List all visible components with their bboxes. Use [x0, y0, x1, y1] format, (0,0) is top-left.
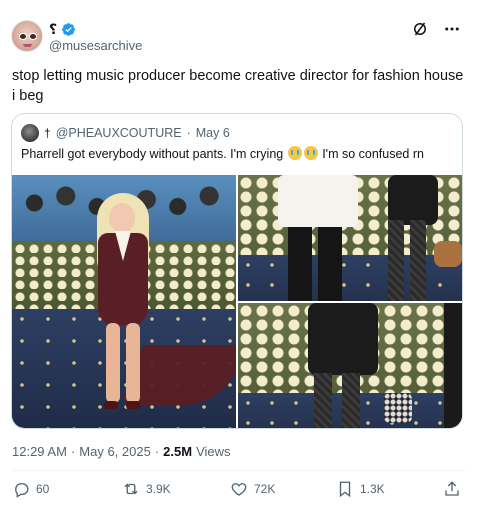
repost-button[interactable]: 3.9K — [122, 480, 171, 498]
more-icon[interactable] — [443, 20, 461, 38]
black-coat — [388, 175, 438, 225]
patterned-tights — [388, 220, 404, 301]
quoted-text-before: Pharrell got everybody without pants. I'… — [21, 147, 284, 161]
black-outfit — [308, 303, 378, 375]
quoted-avatar[interactable] — [21, 124, 39, 142]
display-name[interactable]: ⸮ — [49, 21, 57, 38]
avatar-mouth — [23, 44, 32, 47]
photo-bottom-right[interactable] — [238, 303, 462, 428]
patterned-tights — [410, 220, 426, 301]
divider — [12, 470, 465, 471]
patterned-tights — [342, 373, 360, 428]
author-name-row: ⸮ — [49, 21, 76, 38]
bookmark-count: 1.3K — [360, 482, 385, 496]
post-meta: 12:29 AM · May 6, 2025 · 2.5M Views — [12, 444, 231, 459]
figure-face — [109, 203, 135, 233]
monogram-bag — [384, 393, 412, 423]
grok-slash-icon[interactable] — [411, 20, 429, 38]
post-time[interactable]: 12:29 AM — [12, 444, 67, 459]
quoted-post[interactable]: † @PHEAUXCOUTURE · May 6 Pharrell got ev… — [11, 113, 463, 429]
photo-main[interactable] — [12, 175, 236, 428]
views-label: Views — [196, 444, 231, 459]
quoted-handle[interactable]: @PHEAUXCOUTURE — [56, 126, 182, 140]
action-bar: 60 3.9K 72K 1.3K — [12, 480, 467, 502]
reply-icon — [15, 483, 29, 498]
post-date[interactable]: May 6, 2025 — [79, 444, 151, 459]
avatar-eye — [19, 33, 27, 40]
post-text: stop letting music producer become creat… — [12, 68, 464, 104]
author-avatar[interactable] — [11, 20, 43, 52]
patterned-tights — [314, 373, 332, 428]
figure-shoe — [104, 401, 118, 409]
crying-face-icon — [303, 146, 318, 160]
quoted-date[interactable]: May 6 — [196, 126, 230, 140]
views-count: 2.5M — [163, 444, 193, 459]
post-card: ⸮ @musesarchive stop letting music produ… — [0, 0, 477, 510]
black-pants — [318, 227, 342, 301]
repost-count: 3.9K — [146, 482, 171, 496]
heart-icon — [231, 483, 247, 496]
like-count: 72K — [254, 482, 276, 496]
share-icon — [445, 481, 459, 496]
quoted-header: † @PHEAUXCOUTURE · May 6 — [21, 124, 230, 142]
white-jacket — [278, 175, 358, 227]
crying-face-icon — [287, 146, 302, 160]
meta-separator: · — [154, 444, 160, 459]
bookmark-button[interactable]: 1.3K — [336, 480, 385, 498]
meta-separator: · — [70, 444, 76, 459]
verified-badge-icon — [62, 23, 76, 36]
carpet — [238, 255, 462, 301]
quoted-separator: · — [186, 126, 191, 140]
post-top-actions — [411, 20, 461, 38]
photo-top-right[interactable] — [238, 175, 462, 301]
repost-icon — [124, 483, 138, 495]
avatar-eye — [29, 33, 37, 40]
reply-count: 60 — [36, 482, 50, 496]
author-handle[interactable]: @musesarchive — [49, 38, 142, 53]
quoted-text-after: I'm so confused rn — [322, 147, 424, 161]
reply-button[interactable]: 60 — [12, 480, 49, 498]
figure-shoe — [126, 401, 140, 409]
bookmark-icon — [339, 481, 351, 498]
quoted-name[interactable]: † — [44, 126, 51, 140]
figure-leg — [106, 323, 120, 403]
figure-leg — [126, 323, 140, 403]
side-figure — [444, 303, 462, 428]
like-button[interactable]: 72K — [230, 480, 275, 498]
fur-bag — [434, 241, 462, 267]
quoted-text: Pharrell got everybody without pants. I'… — [21, 146, 424, 161]
black-pants — [288, 227, 312, 301]
share-button[interactable] — [443, 480, 461, 498]
